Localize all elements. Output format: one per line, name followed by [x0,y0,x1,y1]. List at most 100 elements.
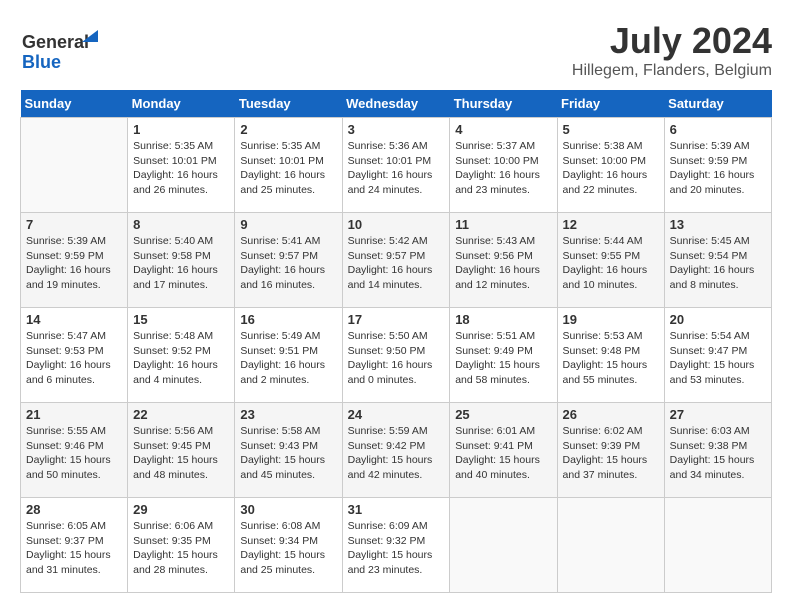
day-info: Sunrise: 5:40 AMSunset: 9:58 PMDaylight:… [133,234,229,293]
day-number: 31 [348,502,445,517]
day-info: Sunrise: 5:35 AMSunset: 10:01 PMDaylight… [133,139,229,198]
day-info: Sunrise: 6:03 AMSunset: 9:38 PMDaylight:… [670,424,766,483]
calendar-week-row: 1 Sunrise: 5:35 AMSunset: 10:01 PMDayligh… [21,118,772,213]
day-number: 27 [670,407,766,422]
calendar-cell: 20Sunrise: 5:54 AMSunset: 9:47 PMDayligh… [664,308,771,403]
weekday-header-saturday: Saturday [664,90,771,118]
calendar-cell: 9 Sunrise: 5:41 AMSunset: 9:57 PMDaylight… [235,213,342,308]
calendar-cell: 4Sunrise: 5:37 AMSunset: 10:00 PMDayligh… [450,118,557,213]
calendar-cell: 23Sunrise: 5:58 AMSunset: 9:43 PMDayligh… [235,403,342,498]
calendar-cell: 2Sunrise: 5:35 AMSunset: 10:01 PMDayligh… [235,118,342,213]
calendar-cell [450,498,557,593]
day-info: Sunrise: 5:42 AMSunset: 9:57 PMDaylight:… [348,234,445,293]
calendar-week-row: 28Sunrise: 6:05 AMSunset: 9:37 PMDayligh… [21,498,772,593]
day-number: 7 [26,217,122,232]
day-info: Sunrise: 5:47 AMSunset: 9:53 PMDaylight:… [26,329,122,388]
calendar-cell: 17 Sunrise: 5:50 AMSunset: 9:50 PMDayligh… [342,308,450,403]
calendar-week-row: 7Sunrise: 5:39 AMSunset: 9:59 PMDaylight… [21,213,772,308]
day-number: 25 [455,407,551,422]
svg-text:General: General [22,32,89,52]
calendar-cell: 30 Sunrise: 6:08 AMSunset: 9:34 PMDayligh… [235,498,342,593]
day-number: 29 [133,502,229,517]
calendar-cell [21,118,128,213]
calendar-cell: 16 Sunrise: 5:49 AMSunset: 9:51 PMDayligh… [235,308,342,403]
calendar-cell: 12 Sunrise: 5:44 AMSunset: 9:55 PMDayligh… [557,213,664,308]
calendar-cell: 5 Sunrise: 5:38 AMSunset: 10:00 PMDayligh… [557,118,664,213]
weekday-header-sunday: Sunday [21,90,128,118]
day-number: 16 [240,312,336,327]
day-number: 22 [133,407,229,422]
calendar-cell: 21Sunrise: 5:55 AMSunset: 9:46 PMDayligh… [21,403,128,498]
day-number: 30 [240,502,336,517]
calendar-cell: 13Sunrise: 5:45 AMSunset: 9:54 PMDayligh… [664,213,771,308]
day-number: 3 [348,122,445,137]
day-number: 24 [348,407,445,422]
day-number: 5 [563,122,659,137]
calendar-cell [557,498,664,593]
day-info: Sunrise: 6:02 AMSunset: 9:39 PMDaylight:… [563,424,659,483]
day-info: Sunrise: 5:50 AMSunset: 9:50 PMDaylight:… [348,329,445,388]
calendar-cell: 18Sunrise: 5:51 AMSunset: 9:49 PMDayligh… [450,308,557,403]
calendar-cell: 6 Sunrise: 5:39 AMSunset: 9:59 PMDaylight… [664,118,771,213]
svg-text:Blue: Blue [22,52,61,72]
day-info: Sunrise: 5:39 AMSunset: 9:59 PMDaylight:… [670,139,766,198]
day-number: 6 [670,122,766,137]
logo-icon: General Blue [20,20,110,75]
day-info: Sunrise: 6:08 AMSunset: 9:34 PMDaylight:… [240,519,336,578]
calendar-cell: 27 Sunrise: 6:03 AMSunset: 9:38 PMDayligh… [664,403,771,498]
calendar-cell: 31Sunrise: 6:09 AMSunset: 9:32 PMDayligh… [342,498,450,593]
month-year-title: July 2024 [572,20,772,62]
day-info: Sunrise: 5:37 AMSunset: 10:00 PMDaylight… [455,139,551,198]
calendar-cell: 11 Sunrise: 5:43 AMSunset: 9:56 PMDayligh… [450,213,557,308]
day-info: Sunrise: 5:58 AMSunset: 9:43 PMDaylight:… [240,424,336,483]
weekday-header-thursday: Thursday [450,90,557,118]
day-number: 1 [133,122,229,137]
calendar-cell: 19Sunrise: 5:53 AMSunset: 9:48 PMDayligh… [557,308,664,403]
calendar-cell: 24Sunrise: 5:59 AMSunset: 9:42 PMDayligh… [342,403,450,498]
calendar-cell: 15 Sunrise: 5:48 AMSunset: 9:52 PMDayligh… [128,308,235,403]
day-number: 28 [26,502,122,517]
day-number: 17 [348,312,445,327]
day-number: 9 [240,217,336,232]
day-number: 12 [563,217,659,232]
weekday-header-monday: Monday [128,90,235,118]
day-number: 19 [563,312,659,327]
calendar-cell: 22 Sunrise: 5:56 AMSunset: 9:45 PMDayligh… [128,403,235,498]
day-number: 14 [26,312,122,327]
day-number: 11 [455,217,551,232]
day-info: Sunrise: 6:06 AMSunset: 9:35 PMDaylight:… [133,519,229,578]
day-number: 15 [133,312,229,327]
weekday-header-friday: Friday [557,90,664,118]
day-info: Sunrise: 5:44 AMSunset: 9:55 PMDaylight:… [563,234,659,293]
calendar-table: SundayMondayTuesdayWednesdayThursdayFrid… [20,90,772,593]
day-info: Sunrise: 6:01 AMSunset: 9:41 PMDaylight:… [455,424,551,483]
weekday-header-wednesday: Wednesday [342,90,450,118]
day-info: Sunrise: 5:48 AMSunset: 9:52 PMDaylight:… [133,329,229,388]
calendar-cell: 14 Sunrise: 5:47 AMSunset: 9:53 PMDayligh… [21,308,128,403]
calendar-cell: 7Sunrise: 5:39 AMSunset: 9:59 PMDaylight… [21,213,128,308]
day-number: 10 [348,217,445,232]
calendar-cell: 28Sunrise: 6:05 AMSunset: 9:37 PMDayligh… [21,498,128,593]
calendar-cell [664,498,771,593]
day-info: Sunrise: 5:38 AMSunset: 10:00 PMDaylight… [563,139,659,198]
day-number: 2 [240,122,336,137]
calendar-cell: 29 Sunrise: 6:06 AMSunset: 9:35 PMDayligh… [128,498,235,593]
calendar-cell: 8Sunrise: 5:40 AMSunset: 9:58 PMDaylight… [128,213,235,308]
location-subtitle: Hillegem, Flanders, Belgium [572,62,772,80]
day-info: Sunrise: 5:55 AMSunset: 9:46 PMDaylight:… [26,424,122,483]
day-info: Sunrise: 5:43 AMSunset: 9:56 PMDaylight:… [455,234,551,293]
calendar-cell: 26 Sunrise: 6:02 AMSunset: 9:39 PMDayligh… [557,403,664,498]
logo: General Blue [20,20,110,75]
calendar-week-row: 21Sunrise: 5:55 AMSunset: 9:46 PMDayligh… [21,403,772,498]
day-number: 13 [670,217,766,232]
day-info: Sunrise: 5:56 AMSunset: 9:45 PMDaylight:… [133,424,229,483]
page-header: General Blue July 2024 Hillegem, Flander… [20,20,772,80]
weekday-header-row: SundayMondayTuesdayWednesdayThursdayFrid… [21,90,772,118]
day-info: Sunrise: 5:49 AMSunset: 9:51 PMDaylight:… [240,329,336,388]
calendar-week-row: 14 Sunrise: 5:47 AMSunset: 9:53 PMDayligh… [21,308,772,403]
day-info: Sunrise: 5:51 AMSunset: 9:49 PMDaylight:… [455,329,551,388]
weekday-header-tuesday: Tuesday [235,90,342,118]
day-number: 26 [563,407,659,422]
day-number: 20 [670,312,766,327]
day-info: Sunrise: 5:41 AMSunset: 9:57 PMDaylight:… [240,234,336,293]
